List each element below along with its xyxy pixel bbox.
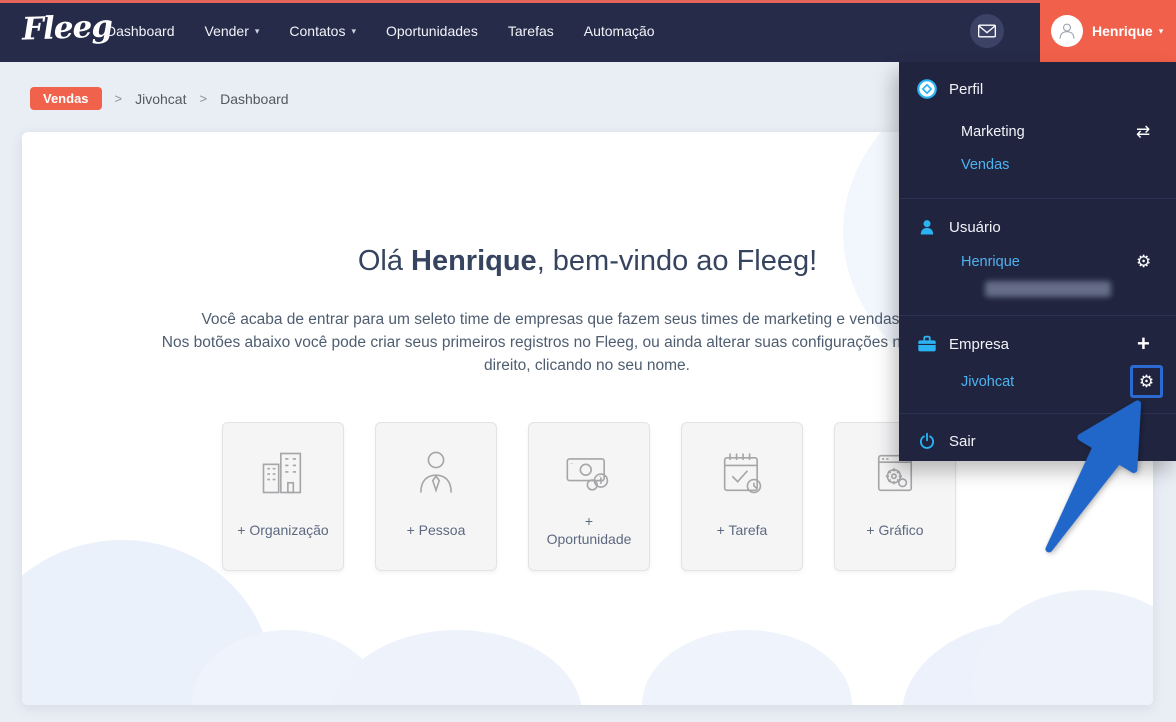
- empresa-section-header: Empresa +: [899, 329, 1176, 359]
- nav-tarefas[interactable]: Tarefas: [508, 23, 554, 39]
- user-menu-button[interactable]: Henrique ▾: [1040, 0, 1176, 62]
- cloud-decoration: [332, 630, 582, 705]
- menu-divider: [899, 315, 1176, 316]
- cloud-decoration: [973, 590, 1153, 705]
- chevron-down-icon: ▾: [254, 25, 260, 36]
- quick-create-cards: + Organização + Pessoa + Oportunidade + …: [222, 422, 956, 571]
- create-pessoa-card[interactable]: + Pessoa: [375, 422, 497, 571]
- usuario-section-header: Usuário: [899, 212, 1176, 242]
- money-icon: [529, 445, 649, 501]
- nav-contatos[interactable]: Contatos ▾: [289, 23, 356, 39]
- top-navigation-bar: Fleeg Dashboard Vender ▾ Contatos ▾ Oportu…: [0, 0, 1176, 62]
- person-icon: [376, 445, 496, 501]
- cloud-decoration: [642, 630, 852, 705]
- fleeg-logo[interactable]: Fleeg: [21, 8, 112, 47]
- briefcase-icon: [915, 333, 939, 355]
- company-settings-gear-button[interactable]: ⚙: [1130, 365, 1163, 398]
- profile-dropdown-menu: Perfil Marketing ⇄ Vendas Usuário Henriq…: [899, 62, 1176, 461]
- breadcrumb: Vendas > Jivohcat > Dashboard: [30, 87, 289, 110]
- breadcrumb-separator: >: [199, 91, 208, 106]
- person-outline-icon: [1059, 23, 1075, 39]
- card-label: + Pessoa: [406, 522, 466, 538]
- user-settings-gear-icon[interactable]: ⚙: [1136, 252, 1151, 272]
- breadcrumb-root-badge[interactable]: Vendas: [30, 87, 102, 110]
- menu-item-vendas[interactable]: Vendas: [899, 152, 1176, 178]
- chevron-down-icon: ▾: [1158, 25, 1164, 36]
- menu-divider: [899, 198, 1176, 199]
- perfil-section-header: Perfil: [899, 74, 1176, 104]
- card-label: + Tarefa: [716, 522, 768, 538]
- add-company-icon[interactable]: +: [1137, 333, 1150, 355]
- create-organizacao-card[interactable]: + Organização: [222, 422, 344, 571]
- nav-automacao[interactable]: Automação: [584, 23, 655, 39]
- breadcrumb-item-jivohcat[interactable]: Jivohcat: [135, 91, 186, 107]
- create-oportunidade-card[interactable]: + Oportunidade: [528, 422, 650, 571]
- breadcrumb-item-dashboard[interactable]: Dashboard: [220, 91, 289, 107]
- gear-icon: ⚙: [1138, 371, 1155, 391]
- swap-profile-icon[interactable]: ⇄: [1136, 122, 1150, 142]
- mail-button[interactable]: [970, 14, 1004, 48]
- chevron-down-icon: ▾: [351, 25, 356, 36]
- create-tarefa-card[interactable]: + Tarefa: [681, 422, 803, 571]
- card-label: + Oportunidade: [546, 513, 632, 547]
- menu-divider: [899, 413, 1176, 414]
- app-window: Fleeg Dashboard Vender ▾ Contatos ▾ Oportu…: [0, 0, 1176, 722]
- user-icon: [915, 217, 939, 237]
- card-label: + Organização: [237, 522, 329, 538]
- welcome-heading-username: Henrique: [411, 245, 537, 277]
- calendar-check-icon: [682, 445, 802, 501]
- menu-item-marketing[interactable]: Marketing ⇄: [899, 118, 1176, 146]
- power-icon: [915, 431, 939, 451]
- menu-item-henrique[interactable]: Henrique ⚙: [899, 248, 1176, 276]
- nav-oportunidades[interactable]: Oportunidades: [386, 23, 478, 39]
- buildings-icon: [223, 445, 343, 501]
- main-nav: Dashboard Vender ▾ Contatos ▾ Oportunidade…: [106, 0, 655, 62]
- nav-dashboard[interactable]: Dashboard: [106, 23, 175, 39]
- card-label: + Gráfico: [866, 522, 924, 538]
- menu-item-sair[interactable]: Sair: [899, 426, 1176, 456]
- breadcrumb-separator: >: [114, 91, 123, 106]
- target-circle-icon: [915, 78, 939, 100]
- user-name: Henrique: [1092, 23, 1153, 39]
- redacted-email: [985, 281, 1111, 297]
- avatar: [1051, 15, 1083, 47]
- nav-vender[interactable]: Vender ▾: [205, 23, 260, 39]
- envelope-icon: [978, 24, 996, 38]
